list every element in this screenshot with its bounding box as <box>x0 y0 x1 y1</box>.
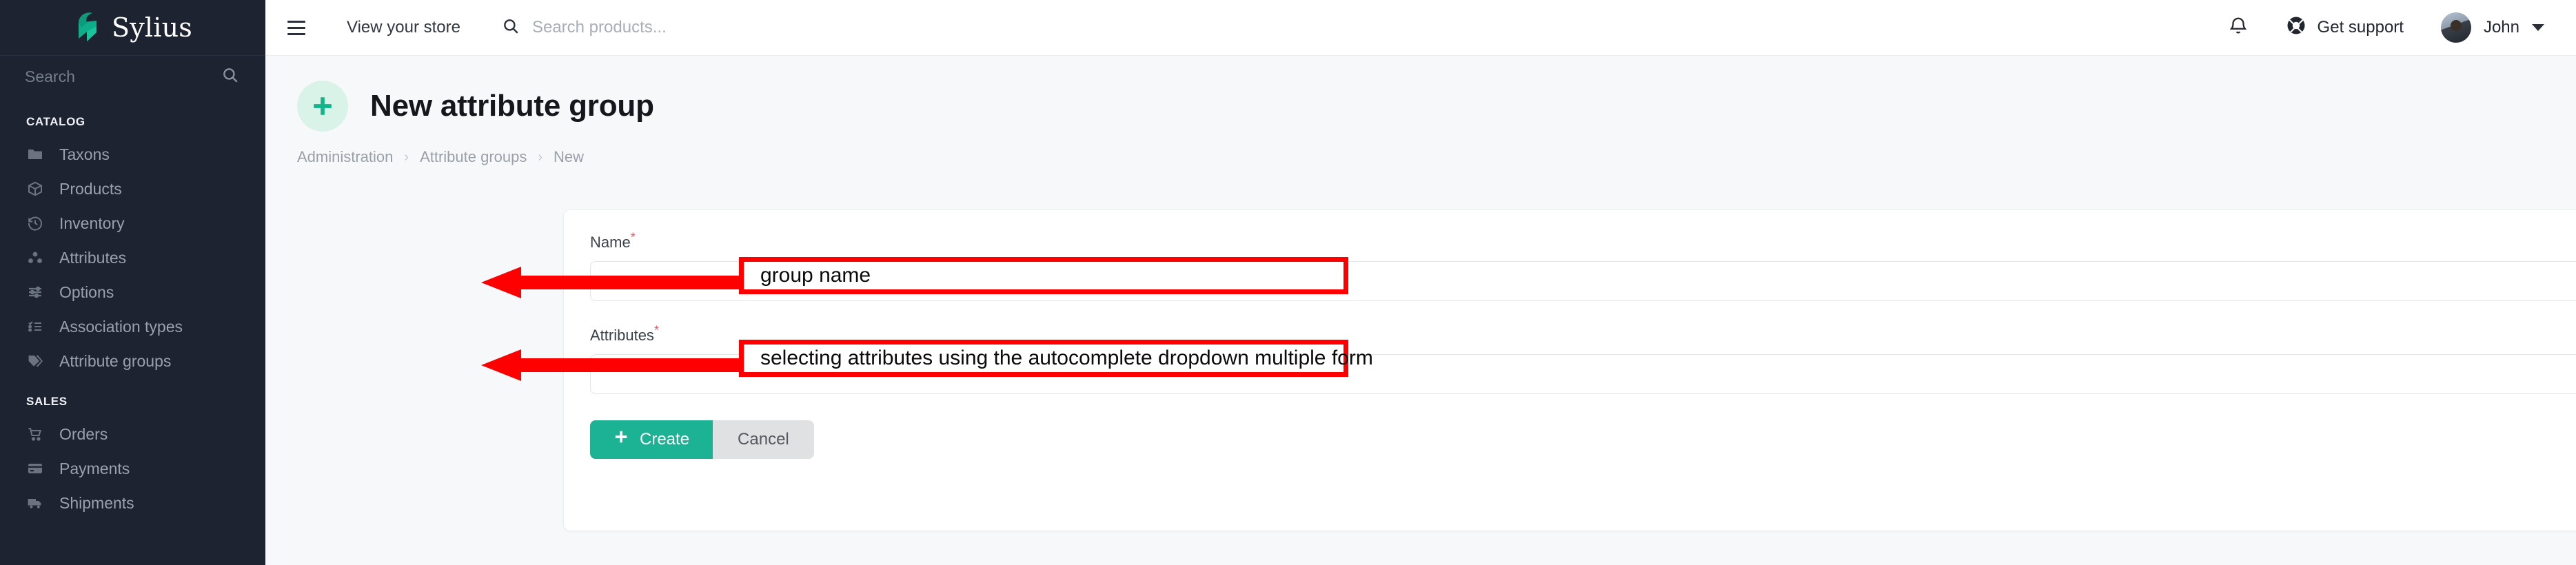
field-attributes: Attributes* <box>564 301 2576 394</box>
sidebar-item-inventory[interactable]: Inventory <box>0 206 265 240</box>
chevron-down-icon <box>2532 24 2544 31</box>
user-menu[interactable]: John <box>2440 12 2544 43</box>
attributes-label: Attributes* <box>564 323 659 344</box>
sidebar-item-label: Payments <box>59 459 130 477</box>
sidebar-item-label: Attribute groups <box>59 351 172 370</box>
attributes-autocomplete-input[interactable] <box>590 353 2576 394</box>
main-content: New attribute group Administration › Att… <box>265 56 2576 565</box>
product-search-placeholder: Search products... <box>531 18 667 37</box>
sidebar-item-label: Options <box>59 282 114 301</box>
cancel-button[interactable]: Cancel <box>713 420 814 459</box>
breadcrumb-item-administration[interactable]: Administration <box>297 148 393 166</box>
create-button-label: Create <box>640 429 690 449</box>
search-icon[interactable] <box>221 66 239 88</box>
sidebar: Sylius Search CATALOG Taxons Products In… <box>0 0 265 565</box>
lifebuoy-icon <box>2286 15 2306 41</box>
field-name: Name* <box>564 210 2576 302</box>
sidebar-search[interactable]: Search <box>0 56 265 99</box>
get-support-button[interactable]: Get support <box>2286 15 2404 41</box>
name-label-text: Name <box>590 234 631 251</box>
nav-section-title-catalog: CATALOG <box>26 115 85 128</box>
top-bar-actions: Get support John <box>2228 12 2544 43</box>
plus-icon <box>297 81 348 132</box>
sidebar-item-products[interactable]: Products <box>0 172 265 206</box>
view-your-store-link[interactable]: View your store <box>347 18 460 37</box>
brand-logo[interactable]: Sylius <box>0 0 265 56</box>
page-title: New attribute group <box>370 89 654 123</box>
required-marker: * <box>653 323 659 338</box>
sidebar-item-label: Shipments <box>59 493 134 512</box>
breadcrumb: Administration › Attribute groups › New <box>265 132 2576 166</box>
attributes-select-wrapper <box>590 353 2576 394</box>
folder-icon <box>26 145 44 163</box>
user-name: John <box>2483 18 2519 37</box>
history-icon <box>26 214 44 232</box>
avatar <box>2440 12 2471 43</box>
sidebar-item-attributes[interactable]: Attributes <box>0 240 265 275</box>
required-marker: * <box>630 231 636 245</box>
sidebar-item-label: Orders <box>59 424 108 443</box>
sidebar-item-attribute-groups[interactable]: Attribute groups <box>0 344 265 378</box>
brand-name: Sylius <box>112 12 192 43</box>
breadcrumb-separator: › <box>538 149 543 165</box>
atom-icon <box>26 249 44 267</box>
hamburger-icon[interactable] <box>287 16 311 39</box>
name-label: Name* <box>564 231 636 251</box>
sidebar-item-shipments[interactable]: Shipments <box>0 486 265 520</box>
nav-section-sales: SALES Orders Payments Shipments <box>0 378 265 520</box>
truck-icon <box>26 494 44 512</box>
get-support-label: Get support <box>2317 18 2404 37</box>
sliders-icon <box>26 283 44 301</box>
attribute-group-form-card: Name* Attributes* Create Cancel <box>563 209 2576 531</box>
nav-section-catalog: CATALOG Taxons Products Inventory Attrib… <box>0 99 265 378</box>
sidebar-search-placeholder: Search <box>25 68 75 85</box>
sidebar-item-label: Taxons <box>59 145 110 163</box>
sidebar-item-association-types[interactable]: Association types <box>0 309 265 344</box>
credit-card-icon <box>26 460 44 477</box>
breadcrumb-item-new: New <box>554 148 585 165</box>
sidebar-item-label: Inventory <box>59 214 125 232</box>
sidebar-item-orders[interactable]: Orders <box>0 417 265 451</box>
sidebar-item-options[interactable]: Options <box>0 275 265 309</box>
sidebar-item-label: Attributes <box>59 248 127 267</box>
top-bar: View your store Search products... Get s… <box>265 0 2576 56</box>
nav-section-title-sales: SALES <box>26 395 68 408</box>
sidebar-item-label: Products <box>59 179 122 198</box>
checklist-icon <box>26 318 44 336</box>
bell-icon[interactable] <box>2228 16 2249 40</box>
sidebar-item-taxons[interactable]: Taxons <box>0 137 265 172</box>
sidebar-item-payments[interactable]: Payments <box>0 451 265 486</box>
attributes-label-text: Attributes <box>590 326 654 344</box>
name-input[interactable] <box>590 261 2576 302</box>
cube-icon <box>26 180 44 198</box>
form-actions: Create Cancel <box>590 420 2576 459</box>
sylius-swan-logo-icon <box>73 11 102 45</box>
product-search-input[interactable]: Search products... <box>502 17 667 39</box>
page-header: New attribute group <box>265 56 2576 132</box>
breadcrumb-separator: › <box>404 149 409 165</box>
tags-icon <box>26 352 44 370</box>
search-icon <box>502 17 520 39</box>
create-button[interactable]: Create <box>590 420 713 459</box>
cart-icon <box>26 425 44 443</box>
sidebar-item-label: Association types <box>59 317 183 336</box>
plus-icon <box>613 429 629 449</box>
breadcrumb-item-attribute-groups[interactable]: Attribute groups <box>420 148 527 166</box>
